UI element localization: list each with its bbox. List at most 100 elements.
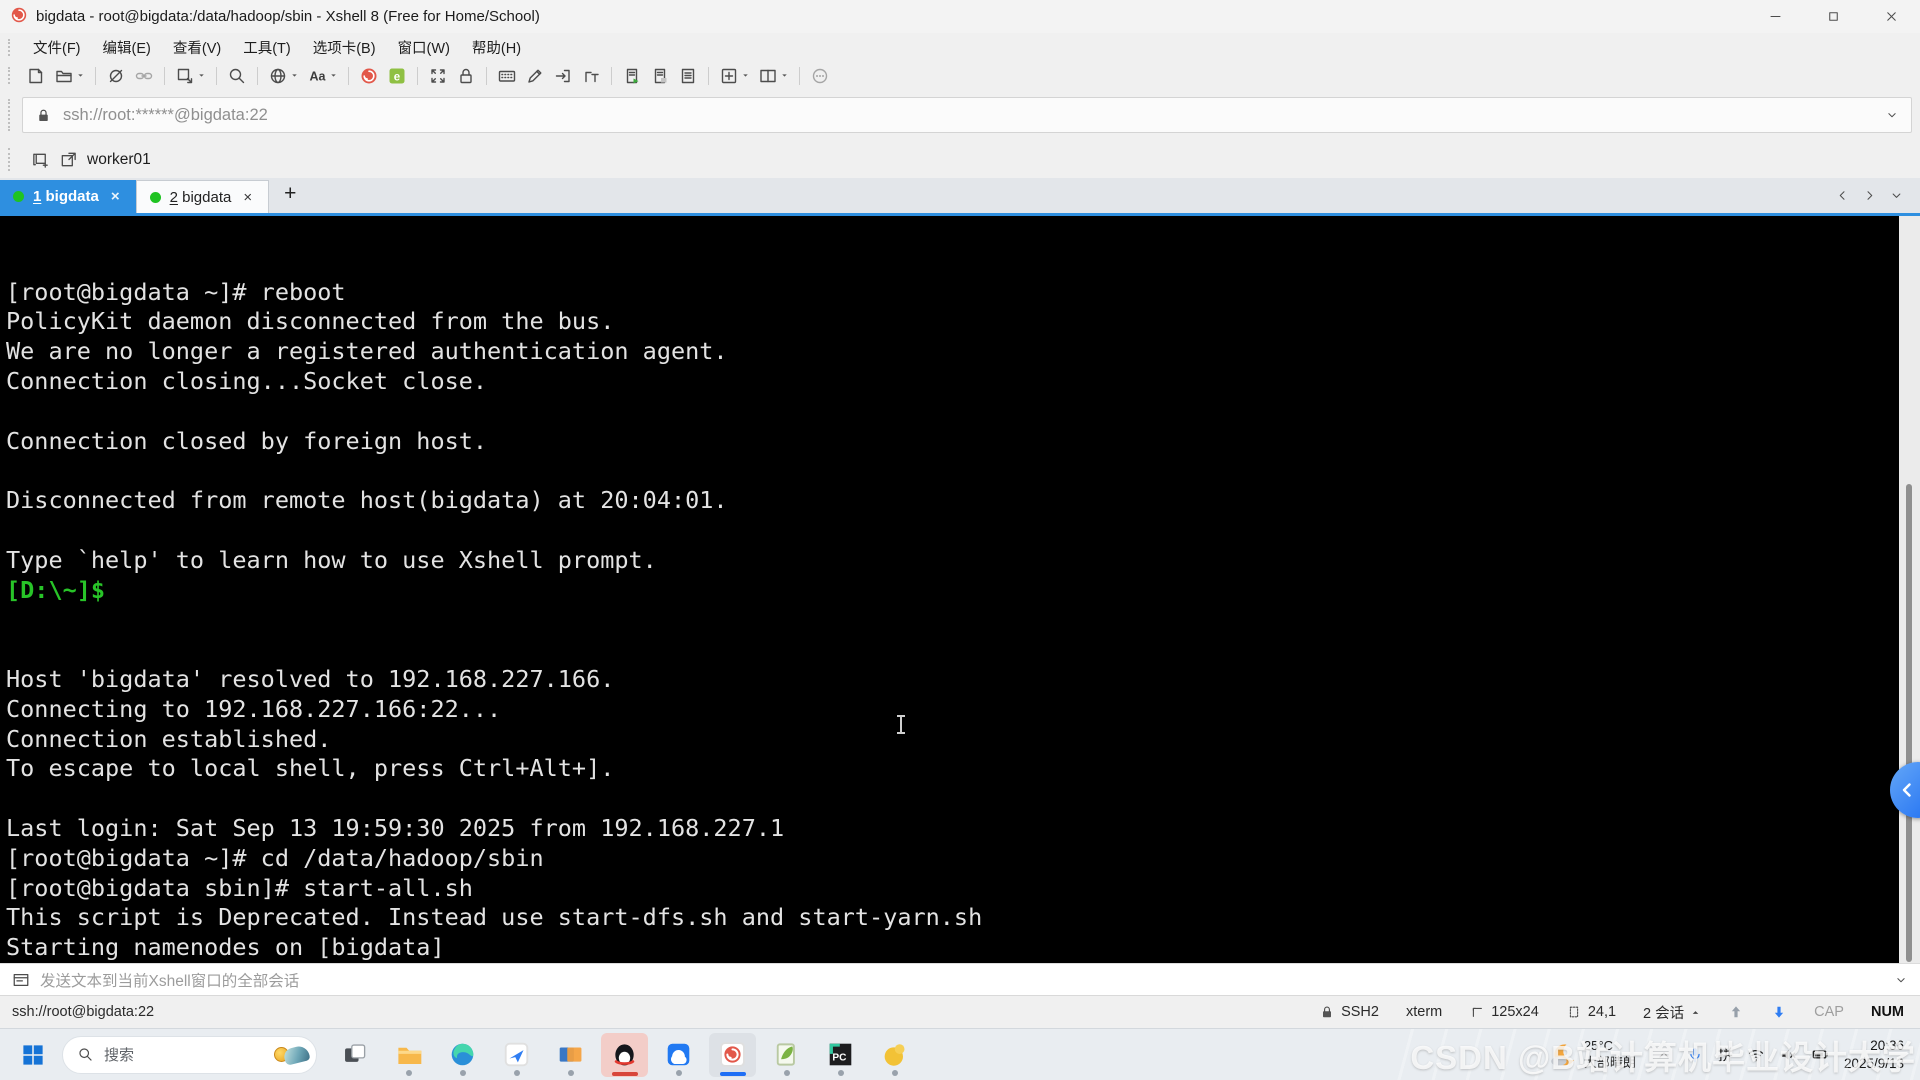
toolbar-compose-bar-button[interactable] [577,63,605,88]
toolbar-virtual-keyboard-button[interactable] [493,63,521,88]
notepad-plus-plus-icon [773,1041,800,1068]
status-session-count[interactable]: 2 会话 [1643,1002,1701,1023]
menu-item-t[interactable]: 工具(T) [232,33,302,62]
menu-item-w[interactable]: 窗口(W) [387,33,461,62]
toolbar-new-session-button[interactable] [22,63,50,88]
toolbar-session-log-button[interactable] [674,63,702,88]
open-session-dropdown-icon[interactable] [76,71,85,80]
toolbar-transfer-small-button[interactable] [646,63,674,88]
start-button[interactable] [10,1033,56,1077]
search-highlight-image[interactable] [274,1047,309,1063]
encoding-globe-dropdown-icon[interactable] [290,71,299,80]
duplicate-session-dropdown-icon[interactable] [197,71,206,80]
edge-browser-icon [449,1041,476,1068]
taskbar-app-notepad-plus-plus[interactable] [763,1033,810,1077]
close-tab-icon[interactable]: × [108,187,123,206]
wifi-icon[interactable] [1747,1046,1765,1064]
taskbar-app-edge-browser[interactable] [439,1033,486,1077]
toolbar-disconnect-button[interactable] [102,63,130,88]
taskbar-app-weiyun-cloud[interactable] [655,1033,702,1077]
taskbar-clock[interactable]: 20:36 2025/9/13 [1844,1037,1904,1072]
toolbar-font-button[interactable]: Aa [303,63,342,88]
toolbar-encoding-globe-button[interactable] [264,63,303,88]
microphone-icon[interactable] [1686,1046,1704,1064]
toolbar-xagent-button[interactable] [355,63,383,88]
toolbar-find-button[interactable] [223,63,251,88]
scroll-to-bottom-button[interactable] [1771,1004,1787,1020]
menu-item-e[interactable]: 编辑(E) [92,33,162,62]
task-view-icon [341,1041,368,1068]
windows-taskbar: 搜索 PC 25°C 大部晴朗 拼 20:36 2025 [0,1028,1920,1080]
open-session-icon[interactable] [59,150,78,169]
new-terminal-dropdown-icon[interactable] [741,71,750,80]
maximize-button[interactable] [1804,0,1862,33]
scroll-to-top-button[interactable] [1728,1004,1744,1020]
address-history-dropdown-icon[interactable] [1885,108,1899,122]
scroll-left-icon[interactable] [1835,188,1850,203]
terminal-output[interactable]: [root@bigdata ~]# rebootPolicyKit daemon… [0,216,1920,963]
window-controls [1746,0,1920,33]
toolbar-separator [95,67,96,85]
compose-bar[interactable]: 发送文本到当前Xshell窗口的全部会话 [0,963,1920,995]
weather-desc: 大部晴朗 [1584,1055,1636,1072]
toolbar-open-session-button[interactable] [50,63,89,88]
toolbar-duplicate-session-button[interactable] [171,63,210,88]
toolbar-lock-screen-button[interactable] [452,63,480,88]
battery-icon[interactable] [1811,1045,1830,1064]
session-list-caret-icon[interactable] [1690,1007,1701,1018]
menu-item-b[interactable]: 选项卡(B) [302,33,387,62]
menu-bar: 文件(F)编辑(E)查看(V)工具(T)选项卡(B)窗口(W)帮助(H) [0,33,1920,62]
tab-menu-icon[interactable] [1889,188,1904,203]
taskbar-app-xshell[interactable] [709,1033,756,1077]
minimize-button[interactable] [1746,0,1804,33]
toolbar-fullscreen-button[interactable] [424,63,452,88]
tray-expand-icon[interactable] [1656,1047,1672,1063]
menu-item-h[interactable]: 帮助(H) [461,33,532,62]
address-row: ssh://root:******@bigdata:22 [0,89,1920,141]
tab-1-bigdata[interactable]: 1 bigdata × [0,180,136,213]
xshell-icon [719,1041,746,1068]
toolbar-separator [708,67,709,85]
pycharm-icon: PC [827,1041,854,1068]
toolbar-compose-pen-button[interactable] [521,63,549,88]
menu-item-v[interactable]: 查看(V) [162,33,232,62]
address-bar[interactable]: ssh://root:******@bigdata:22 [22,97,1912,133]
taskbar-app-vmware-workstation[interactable] [547,1033,594,1077]
volume-mute-icon[interactable] [1779,1046,1797,1064]
font-dropdown-icon[interactable] [329,71,338,80]
split-layout-dropdown-icon[interactable] [780,71,789,80]
close-button[interactable] [1862,0,1920,33]
taskbar-weather[interactable]: 25°C 大部晴朗 [1549,1038,1636,1072]
taskbar-app-pycharm[interactable]: PC [817,1033,864,1077]
taskbar-app-tencent-docs[interactable] [493,1033,540,1077]
close-tab-icon[interactable]: × [240,188,255,207]
taskbar-app-gold-app[interactable] [871,1033,918,1077]
toolbar-send-to-session-button[interactable] [549,63,577,88]
taskbar-search-box[interactable]: 搜索 [62,1036,317,1074]
taskbar-app-file-explorer[interactable] [385,1033,432,1077]
toolbar-transfer-new-button[interactable] [618,63,646,88]
tab-2-bigdata[interactable]: 2 bigdata× [136,180,270,213]
taskbar-app-task-view[interactable] [331,1033,378,1077]
toolbar-help-button [806,63,834,88]
new-tab-button[interactable]: + [269,182,311,210]
menu-item-f[interactable]: 文件(F) [22,33,92,62]
toolbar-new-terminal-button[interactable] [715,63,754,88]
terminal-line: We are no longer a registered authentica… [6,337,1920,367]
status-terminal-type: xterm [1406,1004,1442,1020]
new-quick-command-icon[interactable] [31,150,50,169]
toolbar-xftp-button[interactable]: e [383,63,411,88]
tab-label: 1 bigdata [33,188,99,205]
scroll-right-icon[interactable] [1862,188,1877,203]
vmware-workstation-icon [557,1041,584,1068]
scrollbar-thumb[interactable] [1906,484,1912,962]
quick-launch-worker01[interactable]: worker01 [87,151,151,169]
terminal-lines: [root@bigdata ~]# rebootPolicyKit daemon… [6,278,1920,963]
terminal-scrollbar[interactable] [1899,216,1920,963]
compose-options-icon[interactable] [1894,973,1908,987]
taskbar-app-qq[interactable] [601,1033,648,1077]
ime-indicator[interactable]: 拼 [1718,1044,1733,1065]
size-corner-icon [1469,1004,1485,1020]
terminal-line: [D:\~]$ [6,576,1920,606]
toolbar-split-layout-button[interactable] [754,63,793,88]
